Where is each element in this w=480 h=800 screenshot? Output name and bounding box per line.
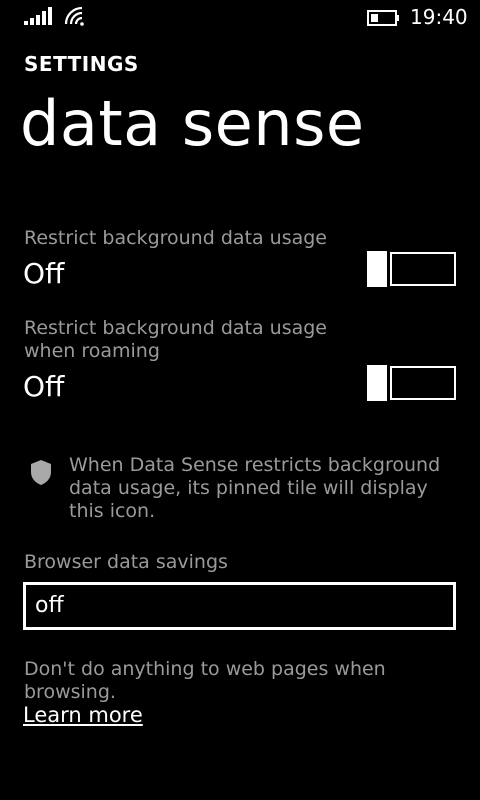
status-clock: 19:40 [410,5,468,29]
toggle-knob[interactable] [367,365,387,401]
browser-data-savings-value: off [35,593,64,618]
status-bar: 19:40 [0,0,480,34]
signal-bars-icon [24,7,52,25]
restrict-background-label: Restrict background data usage [24,227,327,249]
app-title: SETTINGS [24,52,139,76]
browser-data-savings-select[interactable]: off [23,582,456,630]
restrict-roaming-toggle[interactable] [367,365,456,401]
restrict-background-value: Off [23,257,65,290]
shield-icon [31,460,51,485]
data-sense-info-text: When Data Sense restricts background dat… [69,454,441,522]
toggle-track [390,252,456,286]
toggle-track [390,366,456,400]
restrict-roaming-value: Off [23,370,65,403]
page-title: data sense [20,87,365,160]
restrict-roaming-label: Restrict background data usage when roam… [24,317,327,362]
learn-more-link[interactable]: Learn more [23,702,143,728]
battery-icon [367,10,399,26]
browser-data-savings-label: Browser data savings [24,551,228,573]
toggle-knob[interactable] [367,251,387,287]
browser-savings-description: Don't do anything to web pages when brow… [24,658,386,703]
restrict-background-toggle[interactable] [367,251,456,287]
wifi-icon [64,6,84,26]
